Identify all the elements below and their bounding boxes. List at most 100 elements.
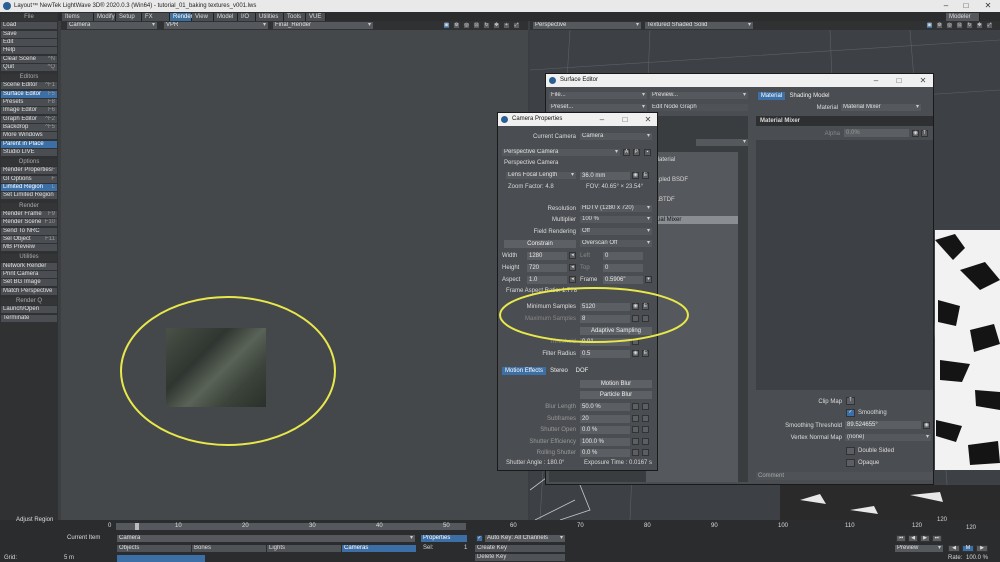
rolling-e-button[interactable] <box>642 449 649 456</box>
lens-focal-dropdown[interactable]: Lens Focal Length <box>506 172 576 179</box>
fit-icon[interactable]: ⊡ <box>473 22 480 29</box>
se-file-dropdown[interactable]: File... <box>549 92 647 99</box>
subframes-e-button[interactable] <box>642 414 649 422</box>
timeline-playhead[interactable] <box>135 523 139 530</box>
view-dropdown-right[interactable]: Perspective <box>533 22 641 29</box>
zoom-icon[interactable]: ◎ <box>463 22 470 29</box>
menu-tab-i-o[interactable]: I/O <box>238 13 256 21</box>
play-forward-icon[interactable]: ▶ <box>976 545 988 552</box>
tab-material[interactable]: Material <box>758 92 785 100</box>
menu-backdrop-button[interactable]: Backdrop ^F5 <box>1 123 57 131</box>
se-preset-dropdown[interactable]: Preset... <box>549 104 647 111</box>
menu-tab-fx-tools[interactable]: FX Tools <box>142 13 170 28</box>
menu-tab-vue[interactable]: VUE <box>306 13 326 21</box>
particle-blur-button[interactable]: Particle Blur <box>580 391 652 399</box>
opaque-checkbox[interactable] <box>846 459 855 467</box>
current-camera-dropdown[interactable]: Camera <box>580 133 652 140</box>
rotate-icon[interactable]: ↻ <box>483 22 490 29</box>
clip-map-button[interactable]: T <box>846 397 855 405</box>
zoom-in-icon[interactable]: + <box>503 22 510 29</box>
tab-stereo[interactable]: Stereo <box>548 367 570 375</box>
timeline-scrub-bar[interactable] <box>116 523 466 530</box>
rolling-field[interactable]: 0.0 % <box>580 449 630 457</box>
smoothing-checkbox[interactable]: ✓ <box>846 409 855 417</box>
menu-graph-editor-button[interactable]: Graph Editor ^F2 <box>1 115 57 123</box>
camera-type-a-button[interactable]: A <box>623 149 630 156</box>
cameras-button[interactable]: Cameras <box>342 545 416 552</box>
menu-quit-button[interactable]: Quit ^Q <box>1 63 57 71</box>
filter-radius-envelope-icon[interactable]: ◉ <box>632 350 639 357</box>
menu-match-perspective-button[interactable]: Match Perspective <box>1 287 57 295</box>
shutter-eff-envelope-icon[interactable] <box>632 437 639 445</box>
step-back-icon[interactable]: ◀ <box>908 535 918 542</box>
menu-send-to-nrc-button[interactable]: Send To NRC <box>1 227 57 235</box>
menu-parent-in-place-button[interactable]: Parent in Place <box>1 140 57 148</box>
selection-slider[interactable] <box>117 555 205 562</box>
multiplier-dropdown[interactable]: 100 % <box>580 216 652 223</box>
menu-terminate-button[interactable]: Terminate <box>1 314 57 322</box>
objects-button[interactable]: Objects <box>117 545 191 552</box>
shutter-open-field[interactable]: 0.0 % <box>580 426 630 434</box>
menu-clear-scene-button[interactable]: Clear Scene ^N <box>1 55 57 63</box>
vertex-normal-dropdown[interactable]: (none) <box>845 434 931 441</box>
surface-list-item[interactable]: ...ial Mixer <box>654 216 738 224</box>
surface-list-item[interactable]: ...pled BSDF <box>654 176 738 184</box>
menu-tab-view[interactable]: View <box>192 13 214 21</box>
cp-maximize-icon[interactable]: □ <box>617 113 633 126</box>
se-close-icon[interactable]: ✕ <box>915 74 931 87</box>
marker-button[interactable]: M <box>962 545 974 552</box>
move-view-icon[interactable]: ✥ <box>493 22 500 29</box>
lens-envelope-icon[interactable]: ◉ <box>632 172 639 179</box>
menu-limited-region-button[interactable]: Limited Region L <box>1 184 57 191</box>
lens-focal-field[interactable]: 36.0 mm <box>580 172 630 180</box>
minimize-icon[interactable]: – <box>936 0 956 12</box>
shutter-eff-field[interactable]: 100.0 % <box>580 437 630 446</box>
subframes-field[interactable]: 20 <box>580 414 630 423</box>
zoom-icon-right[interactable]: ◎ <box>946 22 953 29</box>
menu-studio-live-button[interactable]: Studio LIVE <box>1 148 57 156</box>
menu-gi-options-button[interactable]: GI Options F <box>1 175 57 183</box>
constrain-button[interactable]: Constrain <box>504 240 576 248</box>
menu-tab-model[interactable]: Model <box>214 13 238 21</box>
menu-surface-editor-button[interactable]: Surface Editor F5 <box>1 90 57 98</box>
go-end-icon[interactable]: ⏭ <box>932 535 942 542</box>
menu-set-limited-region-button[interactable]: Set Limited Region <box>1 192 57 200</box>
menu-scene-editor-button[interactable]: Scene Editor ^F1 <box>1 82 57 90</box>
camera-type-p-button[interactable]: P <box>633 149 640 156</box>
camera-icon-right[interactable]: ▣ <box>926 22 933 29</box>
render-target-dropdown[interactable]: Final_Render <box>273 22 373 29</box>
preview-dropdown[interactable]: Preview <box>895 545 943 552</box>
menu-presets-button[interactable]: Presets F8 <box>1 99 57 106</box>
se-maximize-icon[interactable]: □ <box>891 74 907 87</box>
properties-button[interactable]: Properties <box>421 535 467 542</box>
menu-launch-open-button[interactable]: Launch/Open <box>1 306 57 314</box>
menu-tab-setup[interactable]: Setup <box>116 13 142 21</box>
view-dropdown[interactable]: Camera <box>67 22 157 29</box>
lights-button[interactable]: Lights <box>267 545 341 552</box>
expand-icon[interactable]: ⤢ <box>513 22 520 29</box>
auto-key-dropdown[interactable]: Auto Key: All Channels <box>485 535 565 542</box>
lens-e-button[interactable]: E <box>642 172 649 179</box>
menu-mb-preview-button[interactable]: MB Preview <box>1 244 57 252</box>
width-field[interactable]: 1280 <box>527 252 567 260</box>
overscan-dropdown[interactable]: Overscan Off <box>580 240 652 247</box>
delete-key-button[interactable]: Delete Key <box>475 554 565 561</box>
comment-field[interactable]: Comment <box>756 472 933 480</box>
smoothing-envelope-icon[interactable]: ◉ <box>923 422 930 429</box>
blur-length-e-button[interactable] <box>642 403 649 410</box>
menu-print-camera-button[interactable]: Print Camera <box>1 271 57 278</box>
settings-gear-icon-right[interactable]: ⚙ <box>936 22 943 29</box>
motion-blur-button[interactable]: Motion Blur <box>580 380 652 388</box>
edit-node-graph-button[interactable]: Edit Node Graph <box>650 104 748 111</box>
rolling-envelope-icon[interactable] <box>632 449 639 456</box>
shutter-open-e-button[interactable] <box>642 426 649 433</box>
menu-render-scene-button[interactable]: Render Scene F10 <box>1 219 57 227</box>
camera-type-dropdown[interactable]: Perspective Camera <box>502 149 620 156</box>
frame-dropdown-icon[interactable]: ▾ <box>645 276 652 283</box>
menu-sel-object-button[interactable]: Sel Object F11 <box>1 235 57 243</box>
surface-list-item[interactable]: Material <box>654 156 738 164</box>
left-field[interactable]: 0 <box>603 252 643 260</box>
menu-render-frame-button[interactable]: Render Frame F9 <box>1 210 57 218</box>
menu-render-properties-button[interactable]: Render Properties F <box>1 167 57 175</box>
shading-dropdown[interactable]: Textured Shaded Solid <box>645 22 753 29</box>
